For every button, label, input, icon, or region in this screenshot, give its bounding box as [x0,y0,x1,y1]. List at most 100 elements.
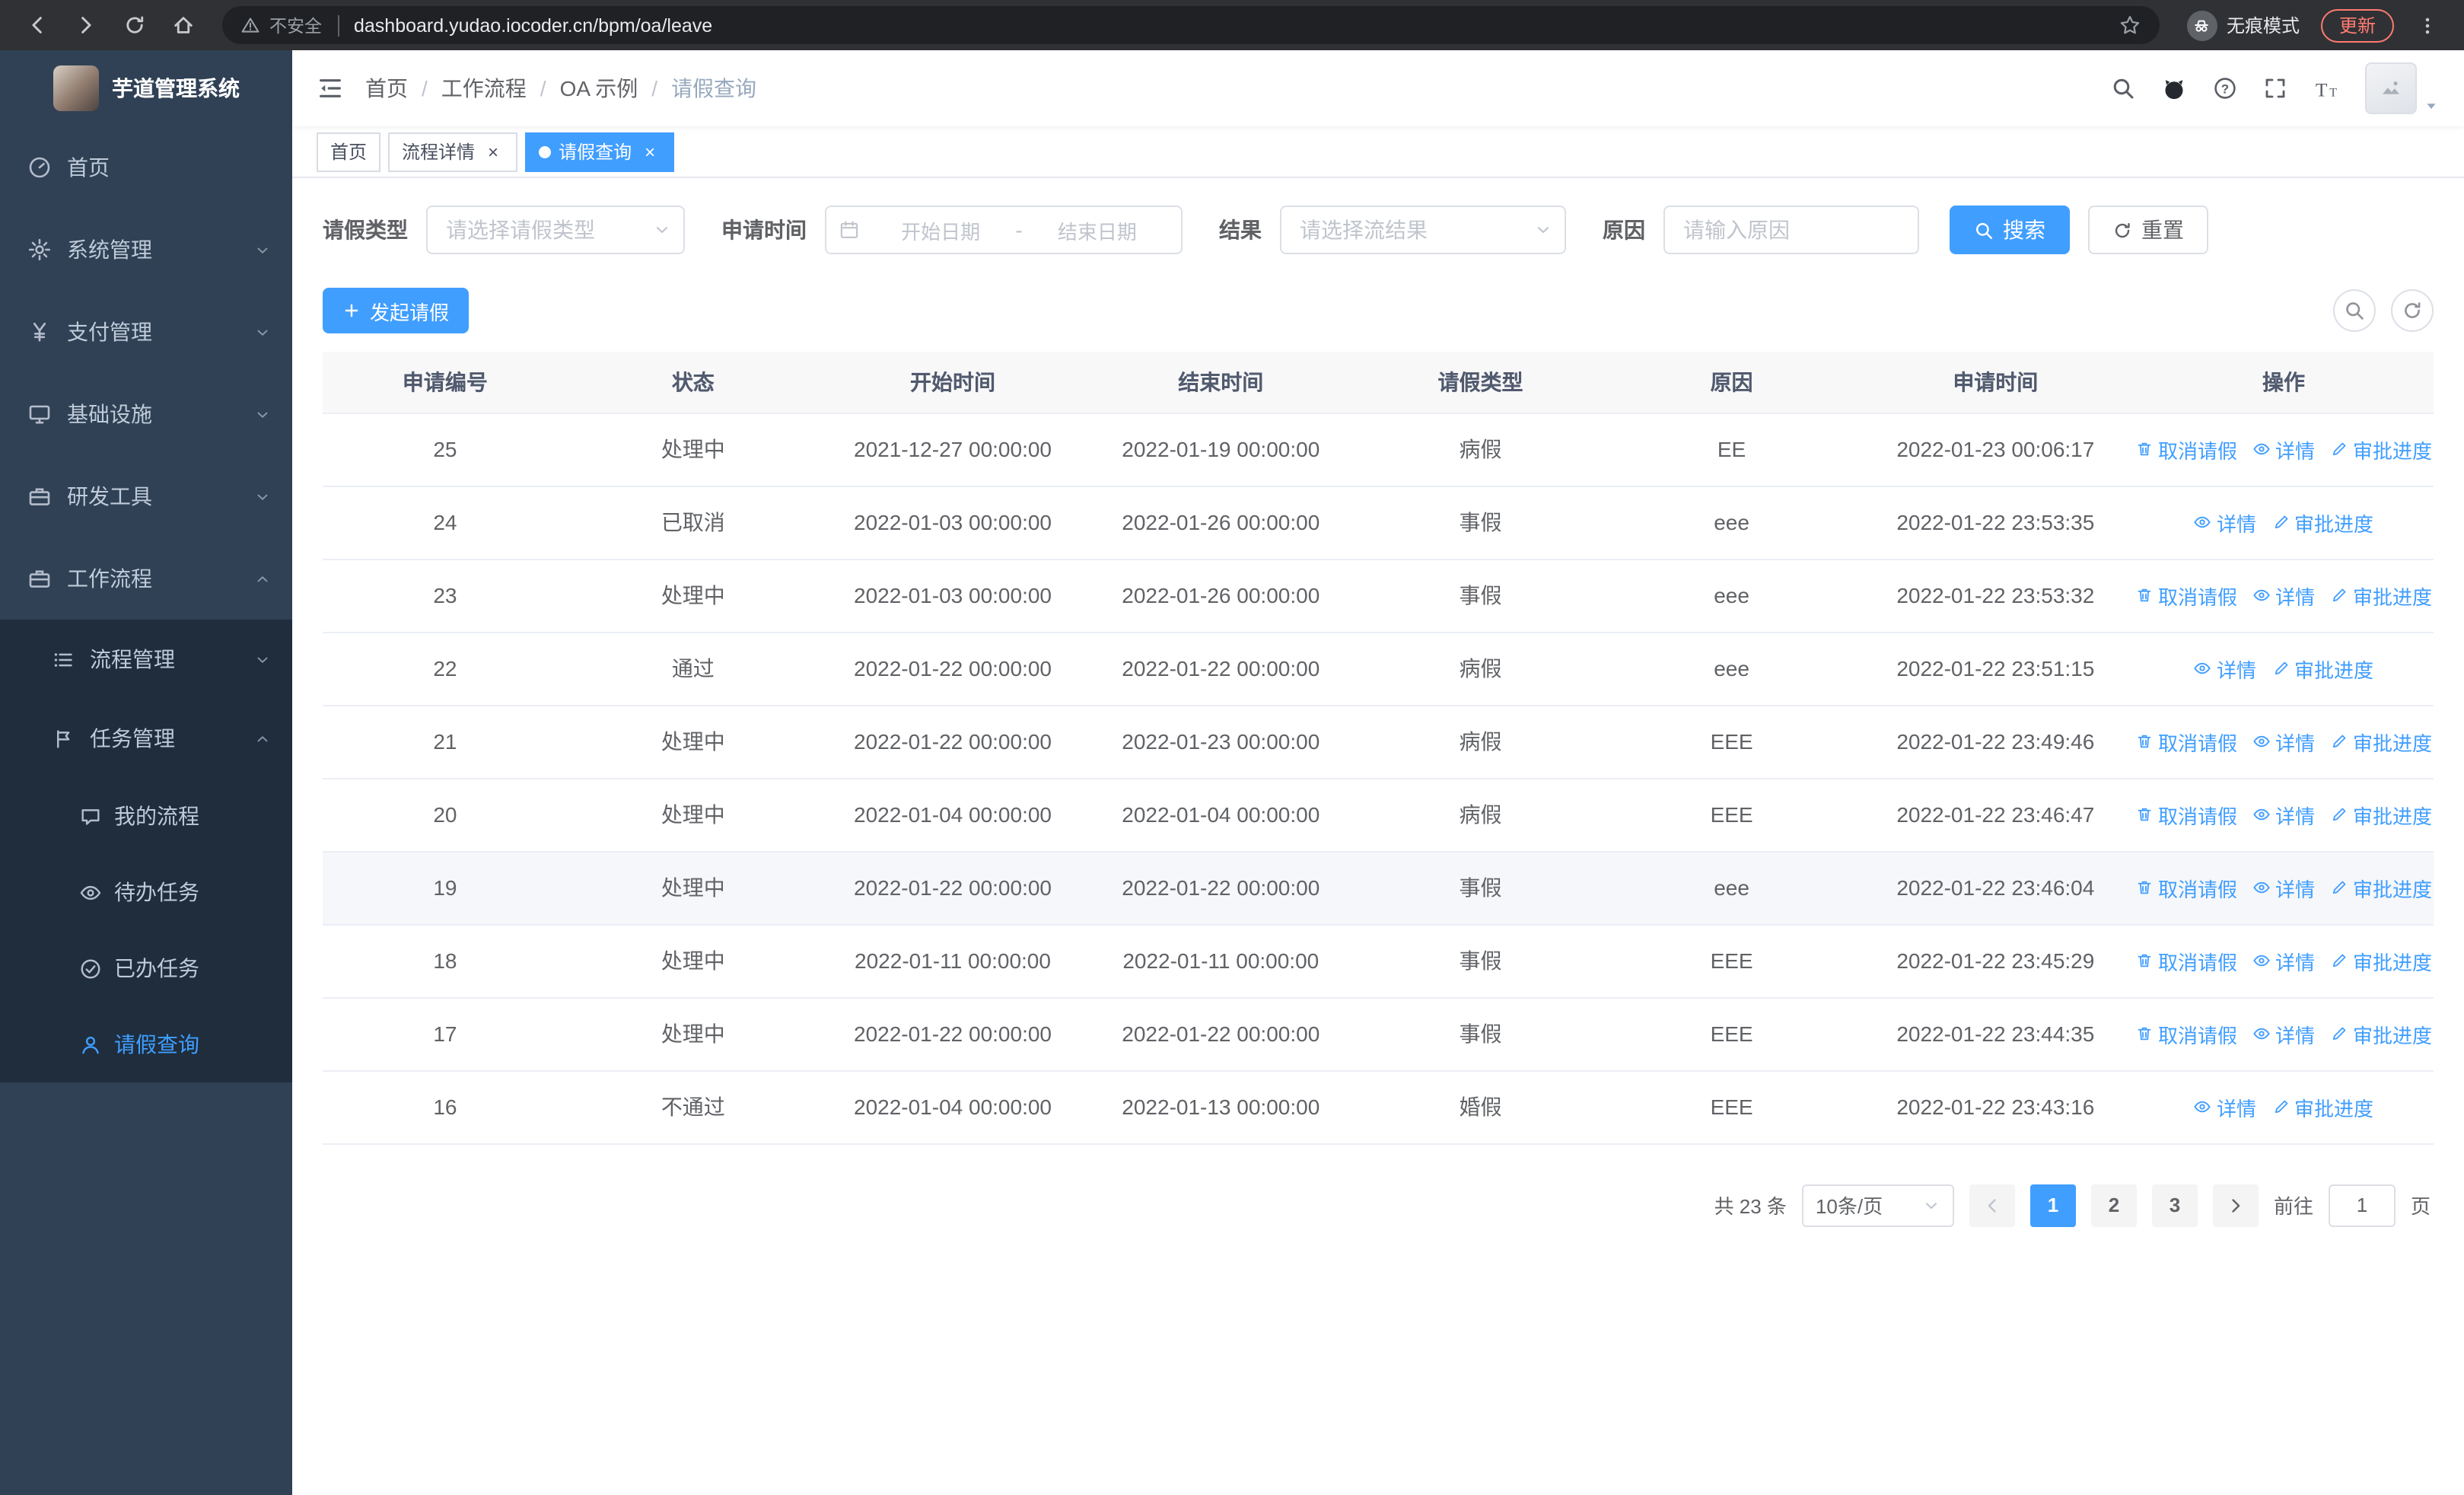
page-button-1[interactable]: 1 [2029,1184,2076,1226]
approval-progress-link[interactable]: 审批进度 [2271,1092,2373,1121]
approval-progress-link[interactable]: 审批进度 [2330,435,2432,464]
create-leave-button[interactable]: 发起请假 [323,288,470,333]
bookmark-star-button[interactable] [2119,14,2141,37]
reset-button[interactable]: 重置 [2088,206,2208,254]
approval-progress-link[interactable]: 审批进度 [2330,800,2432,829]
omnibox-divider [337,14,339,36]
browser-update-button[interactable]: 更新 [2320,8,2394,42]
browser-reload-button[interactable] [113,4,155,46]
cell-start: 2022-01-22 00:00:00 [818,997,1087,1071]
github-icon[interactable] [2161,75,2187,101]
font-size-icon[interactable] [2313,75,2339,101]
cancel-leave-link[interactable]: 取消请假 [2135,946,2237,975]
table-toolbar: 发起请假 [323,288,2434,333]
sidebar-item-devtools[interactable]: 研发工具 [0,455,292,537]
breadcrumb-item[interactable]: 首页 [365,73,408,104]
browser-home-button[interactable] [161,4,204,46]
detail-link[interactable]: 详情 [2194,654,2256,683]
browser-forward-button[interactable] [64,4,107,46]
tab-home[interactable]: 首页 [317,132,381,171]
breadcrumb-item[interactable]: 工作流程 [441,73,527,104]
sidebar-item-process-mgmt[interactable]: 流程管理 [0,620,292,699]
approval-progress-link[interactable]: 审批进度 [2271,508,2373,537]
detail-link[interactable]: 详情 [2194,1092,2256,1121]
detail-link[interactable]: 详情 [2252,727,2315,756]
reason-input[interactable] [1663,206,1919,254]
cancel-leave-link[interactable]: 取消请假 [2135,800,2237,829]
cancel-leave-link[interactable]: 取消请假 [2135,581,2237,610]
sidebar-item-workflow[interactable]: 工作流程 [0,537,292,620]
sidebar-item-todo-tasks[interactable]: 待办任务 [0,854,292,930]
cancel-leave-link[interactable]: 取消请假 [2135,727,2237,756]
sidebar-item-leave-query[interactable]: 请假查询 [0,1006,292,1082]
detail-link[interactable]: 详情 [2252,581,2315,610]
tab-process-detail[interactable]: 流程详情 × [388,132,518,171]
eye-icon [2252,732,2271,751]
detail-link[interactable]: 详情 [2194,508,2256,537]
image-placeholder-icon [2379,76,2403,100]
fullscreen-icon[interactable] [2263,76,2287,100]
briefcase-icon [27,566,52,591]
browser-menu-button[interactable] [2406,4,2449,46]
sidebar-item-my-process[interactable]: 我的流程 [0,778,292,854]
detail-link[interactable]: 详情 [2252,1019,2315,1048]
breadcrumb-item[interactable]: OA 示例 [560,73,638,104]
cell-reason: EEE [1606,705,1858,779]
apply-time-label: 申请时间 [721,218,807,242]
leave-type-select[interactable]: 请选择请假类型 [426,206,685,254]
cell-type: 事假 [1355,997,1606,1071]
sidebar-item-done-tasks[interactable]: 已办任务 [0,930,292,1006]
detail-link[interactable]: 详情 [2252,800,2315,829]
col-start-time: 开始时间 [818,352,1087,413]
apply-time-range-picker[interactable]: 开始日期 - 结束日期 [825,206,1183,254]
cancel-leave-link[interactable]: 取消请假 [2135,873,2237,902]
help-icon[interactable] [2213,76,2237,100]
sidebar-item-home[interactable]: 首页 [0,126,292,209]
tab-leave-query[interactable]: 请假查询 × [525,132,675,171]
flag-icon [52,727,75,750]
user-avatar[interactable] [2365,62,2417,114]
detail-link[interactable]: 详情 [2252,946,2315,975]
approval-progress-link[interactable]: 审批进度 [2330,581,2432,610]
close-icon[interactable]: × [482,141,504,162]
cell-type: 事假 [1355,559,1606,633]
cancel-leave-link[interactable]: 取消请假 [2135,1019,2237,1048]
refresh-table-button[interactable] [2391,289,2434,332]
url-bar[interactable]: 不安全 dashboard.yudao.iocoder.cn/bpm/oa/le… [222,6,2160,44]
collapse-sidebar-button[interactable] [317,75,344,102]
page-size-select[interactable]: 10条/页 [1801,1184,1954,1226]
user-menu[interactable] [2365,62,2440,114]
close-icon[interactable]: × [639,141,661,162]
approval-progress-link[interactable]: 审批进度 [2330,946,2432,975]
browser-back-button[interactable] [15,4,58,46]
header-search-icon[interactable] [2111,76,2135,100]
table-row: 23 处理中 2022-01-03 00:00:00 2022-01-26 00… [323,559,2434,633]
approval-progress-link[interactable]: 审批进度 [2330,727,2432,756]
sidebar-item-label: 已办任务 [114,956,199,980]
goto-page-input[interactable] [2328,1184,2396,1226]
cancel-leave-link[interactable]: 取消请假 [2135,435,2237,464]
eye-icon [2252,586,2271,604]
sidebar-item-task-mgmt[interactable]: 任务管理 [0,699,292,778]
approval-progress-link[interactable]: 审批进度 [2271,654,2373,683]
next-page-button[interactable] [2212,1184,2259,1226]
sidebar-item-payment[interactable]: 支付管理 [0,291,292,373]
search-button[interactable]: 搜索 [1950,206,2070,254]
approval-progress-link[interactable]: 审批进度 [2330,873,2432,902]
trash-icon [2135,1025,2154,1043]
page-button-2[interactable]: 2 [2090,1184,2137,1226]
sidebar-item-infra[interactable]: 基础设施 [0,373,292,455]
toggle-search-button[interactable] [2333,289,2376,332]
filter-bar: 请假类型 请选择请假类型 申请时间 开始日期 - 结束日期 结果 请选择流结果 … [323,206,2434,254]
table-row: 20 处理中 2022-01-04 00:00:00 2022-01-04 00… [323,778,2434,852]
detail-link[interactable]: 详情 [2252,435,2315,464]
approval-progress-link[interactable]: 审批进度 [2330,1019,2432,1048]
edit-icon [2271,659,2290,677]
cell-status: 处理中 [567,778,819,852]
page-button-3[interactable]: 3 [2151,1184,2198,1226]
sidebar-item-system[interactable]: 系统管理 [0,209,292,291]
chevron-down-icon [254,406,271,422]
result-select[interactable]: 请选择流结果 [1280,206,1566,254]
detail-link[interactable]: 详情 [2252,873,2315,902]
prev-page-button[interactable] [1969,1184,2015,1226]
